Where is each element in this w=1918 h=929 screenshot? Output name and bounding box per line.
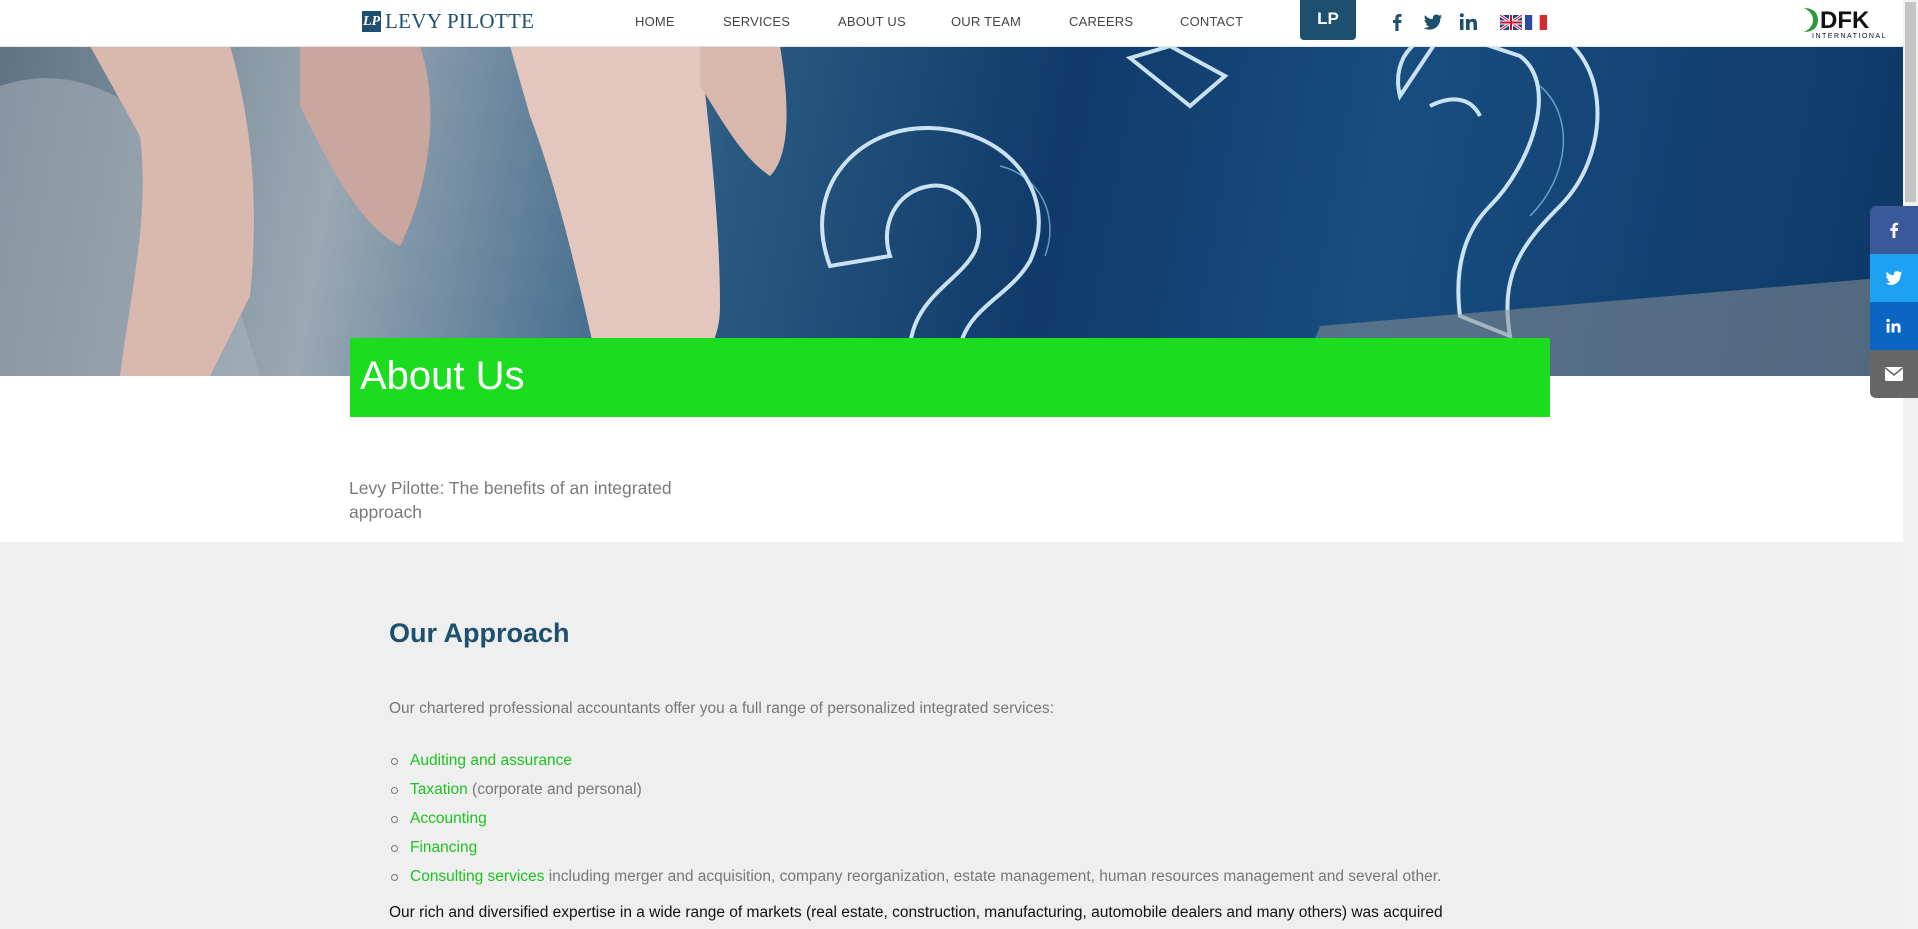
nav-careers[interactable]: CAREERS — [1069, 14, 1133, 29]
email-icon — [1885, 367, 1903, 381]
section-heading: Our Approach — [389, 618, 570, 648]
share-linkedin-button[interactable] — [1870, 302, 1918, 350]
our-approach-section: Our Approach Our chartered professional … — [0, 542, 1903, 929]
nav-contact[interactable]: CONTACT — [1180, 14, 1243, 29]
levy-pilotte-logo[interactable]: LP LEVY PILOTTE — [362, 9, 534, 34]
dfk-international-logo[interactable]: DFK INTERNATIONAL — [1802, 2, 1892, 40]
page-title-banner: About Us — [350, 338, 1550, 417]
service-link-taxation[interactable]: Taxation — [410, 781, 468, 798]
logo-text: LEVY PILOTTE — [385, 9, 535, 33]
svg-text:DFK: DFK — [1820, 7, 1870, 34]
list-item: Consulting services including merger and… — [389, 862, 1441, 891]
top-navbar: LP LEVY PILOTTE HOME SERVICES ABOUT US O… — [0, 0, 1903, 47]
logo-mark: LP — [362, 11, 381, 32]
nav-about-us[interactable]: ABOUT US — [838, 14, 906, 29]
share-twitter-button[interactable] — [1870, 254, 1918, 302]
fr-flag-icon[interactable] — [1525, 15, 1547, 30]
page-scrollbar[interactable] — [1903, 0, 1918, 929]
language-switcher — [1500, 15, 1547, 30]
share-facebook-button[interactable] — [1870, 206, 1918, 254]
scrollbar-thumb[interactable] — [1905, 2, 1916, 202]
linkedin-icon — [1886, 318, 1901, 333]
twitter-icon[interactable] — [1422, 11, 1444, 33]
service-link-accounting[interactable]: Accounting — [410, 810, 487, 827]
services-list: Auditing and assurance Taxation (corpora… — [389, 746, 1441, 891]
list-item: Accounting — [389, 804, 1441, 833]
page-subtitle: Levy Pilotte: The benefits of an integra… — [349, 478, 672, 522]
nav-services[interactable]: SERVICES — [723, 14, 790, 29]
facebook-icon — [1890, 222, 1899, 239]
service-detail: (corporate and personal) — [467, 781, 642, 798]
list-item: Auditing and assurance — [389, 746, 1441, 775]
expertise-paragraph: Our rich and diversified expertise in a … — [389, 904, 1443, 921]
header-social-links — [1386, 11, 1480, 33]
en-flag-icon[interactable] — [1500, 15, 1522, 30]
facebook-icon[interactable] — [1386, 11, 1408, 33]
page-title: About Us — [360, 354, 525, 398]
hero-image — [0, 46, 1903, 376]
list-item: Financing — [389, 833, 1441, 862]
twitter-icon — [1885, 271, 1903, 285]
service-detail: including merger and acquisition, compan… — [544, 868, 1442, 885]
svg-text:INTERNATIONAL: INTERNATIONAL — [1812, 33, 1887, 40]
nav-home[interactable]: HOME — [635, 14, 675, 29]
service-link-auditing[interactable]: Auditing and assurance — [410, 752, 572, 769]
share-rail — [1870, 206, 1918, 398]
list-item: Taxation (corporate and personal) — [389, 775, 1441, 804]
service-link-financing[interactable]: Financing — [410, 839, 477, 856]
question-marks-illustration — [0, 46, 1903, 376]
nav-our-team[interactable]: OUR TEAM — [951, 14, 1021, 29]
lp-portal-button[interactable]: LP — [1300, 0, 1356, 40]
service-link-consulting[interactable]: Consulting services — [410, 868, 544, 885]
share-email-button[interactable] — [1870, 350, 1918, 398]
intro-text: Our chartered professional accountants o… — [389, 700, 1054, 717]
linkedin-icon[interactable] — [1458, 11, 1480, 33]
